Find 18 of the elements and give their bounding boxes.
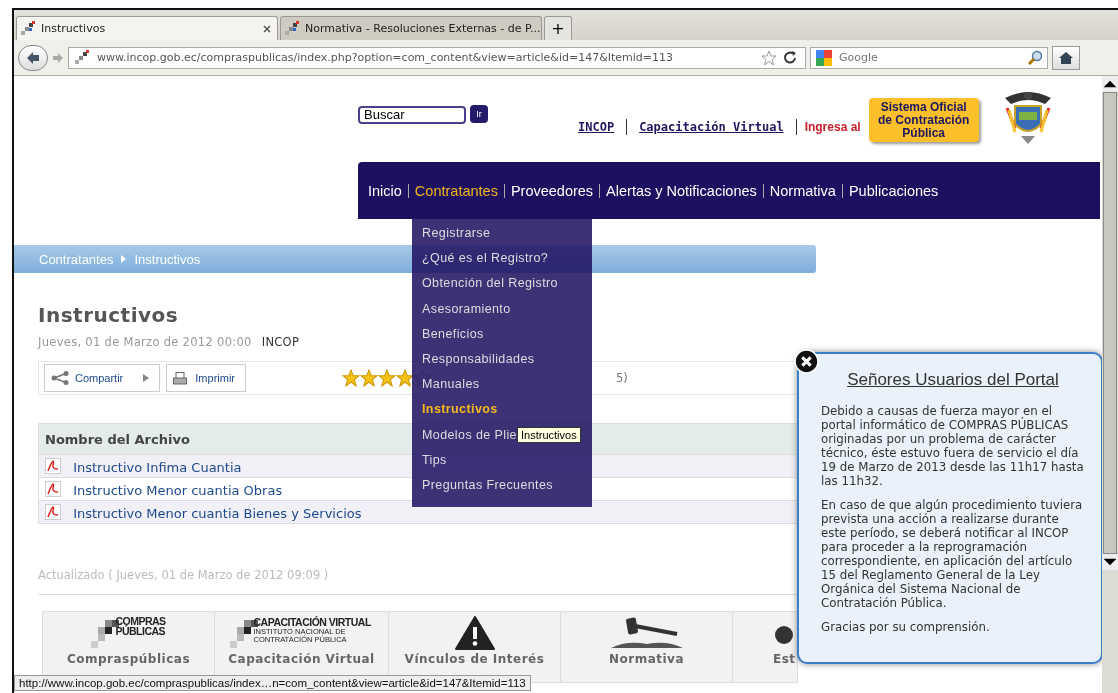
tile-label: Normativa xyxy=(608,652,685,666)
notice-title: Señores Usuarios del Portal xyxy=(846,370,1060,390)
updated-date: Actualizado ( Jueves, 01 de Marzo de 2012 09:09 ) xyxy=(38,568,798,595)
tile-label: Est xyxy=(773,652,796,666)
promo-label: Ingresa al xyxy=(795,119,869,135)
tile-label: Vínculos de Interés xyxy=(404,652,545,666)
article-date: Jueves, 01 de Marzo de 2012 00:00 xyxy=(38,335,252,349)
rating-summary: 5) xyxy=(616,371,628,385)
notice-paragraph: En caso de que algún procedimiento tuviera prevista una acción a realizarse durante este período, se deberá notificar al INCOP para proceder a la reprogramación correspondiente, en aplicación del artículo 15 del Reglamento General de la Ley Orgánica del Sistema Nacional de Contratación Pública. xyxy=(821,498,1084,610)
notice-paragraph: Gracias por su comprensión. xyxy=(821,620,991,634)
tooltip: Instructivos xyxy=(517,427,581,443)
notice-paragraph: Debido a causas de fuerza mayor en el portal informático de COMPRAS PÚBLICAS originadas por un problema de carácter técnico, éste estuvo fuera de servicio el día 19 de Marzo de 2013 desde las 11h17 hasta las 11h32. xyxy=(821,404,1085,488)
tile-label: Compraspúblicas xyxy=(66,652,191,666)
link-url-tooltip: http://www.incop.gob.ec/compraspublicas/index…n=com_content&view=article&id=147&Itemid=113 xyxy=(14,675,531,691)
logo-text: COMPRAS PÚBLICAS xyxy=(115,616,166,636)
article-author: INCOP xyxy=(261,335,300,349)
tile-label: Capacitación Virtual xyxy=(228,652,375,666)
page-title: Instructivos xyxy=(38,303,179,327)
